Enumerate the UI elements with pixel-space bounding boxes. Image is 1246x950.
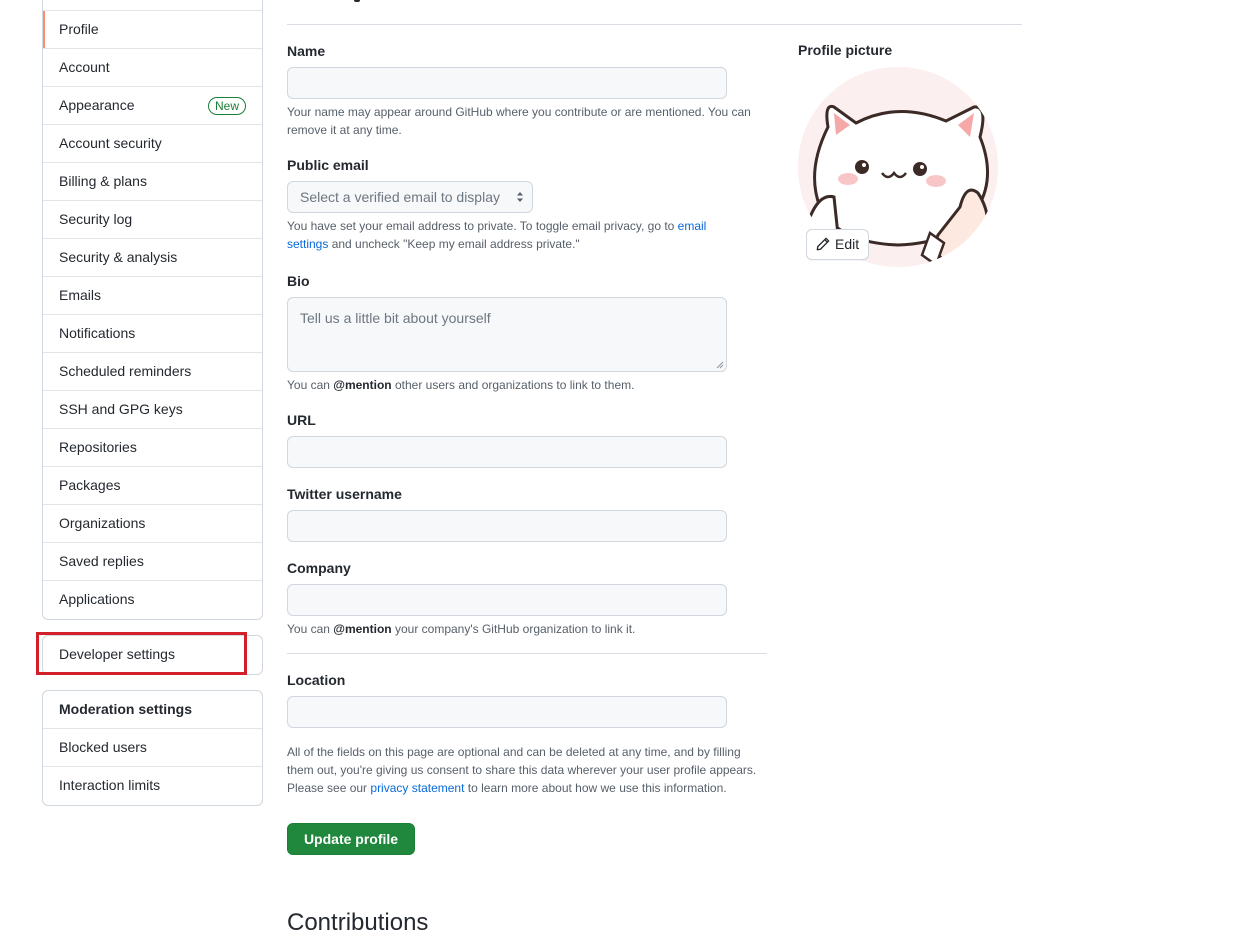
resize-grip-icon[interactable] [716, 361, 724, 369]
sidebar-item-label: Blocked users [59, 739, 147, 755]
bio-note: You can @mention other users and organiz… [287, 376, 767, 394]
moderation-settings-heading: Moderation settings [43, 691, 262, 729]
sidebar-item-label: SSH and GPG keys [59, 401, 183, 417]
location-label: Location [287, 672, 346, 688]
update-profile-button[interactable]: Update profile [287, 823, 415, 855]
sidebar-item-label: Appearance [59, 97, 135, 113]
sidebar-item-label: Notifications [59, 325, 136, 341]
public-email-note-text: You have set your email address to priva… [287, 219, 678, 233]
sidebar-item-security-log[interactable]: Security log [43, 201, 262, 239]
name-note: Your name may appear around GitHub where… [287, 105, 751, 137]
sidebar-item-label: Emails [59, 287, 102, 303]
company-note-text-end: your company's GitHub organization to li… [391, 622, 636, 636]
settings-sidebar-menu: Profile Account Appearance New Account se… [42, 0, 263, 620]
mention-text: @mention [333, 378, 392, 392]
sidebar-item-label: Saved replies [59, 553, 144, 569]
menu-top-spacer [43, 0, 262, 11]
sidebar-item-billing-plans[interactable]: Billing & plans [43, 163, 262, 201]
twitter-input[interactable] [287, 510, 727, 542]
sidebar-item-packages[interactable]: Packages [43, 467, 262, 505]
sidebar-item-security-analysis[interactable]: Security & analysis [43, 239, 262, 277]
sidebar-item-label: Organizations [59, 515, 146, 531]
public-email-placeholder: Select a verified email to display [300, 189, 500, 205]
profile-picture-label: Profile picture [798, 42, 893, 58]
pencil-icon [816, 237, 830, 251]
sidebar-item-organizations[interactable]: Organizations [43, 505, 262, 543]
company-input[interactable] [287, 584, 727, 616]
sidebar-item-applications[interactable]: Applications [43, 581, 262, 619]
developer-settings-menu: Developer settings [42, 635, 263, 675]
sidebar-item-profile[interactable]: Profile [43, 11, 262, 49]
select-arrows-icon [517, 192, 523, 202]
sidebar-item-label: Repositories [59, 439, 137, 455]
sidebar-item-blocked-users[interactable]: Blocked users [43, 729, 262, 767]
moderation-heading-label: Moderation settings [59, 701, 193, 717]
location-input[interactable] [287, 696, 727, 728]
company-note: You can @mention your company's GitHub o… [287, 620, 767, 638]
moderation-settings-menu: Moderation settings Blocked users Intera… [42, 690, 263, 806]
company-label: Company [287, 560, 351, 576]
edit-avatar-button[interactable]: Edit [806, 229, 869, 260]
sidebar-item-label: Profile [59, 21, 99, 37]
sidebar-item-developer-settings[interactable]: Developer settings [43, 636, 262, 674]
sidebar-item-emails[interactable]: Emails [43, 277, 262, 315]
edit-label: Edit [835, 236, 860, 252]
sidebar-item-scheduled-reminders[interactable]: Scheduled reminders [43, 353, 262, 391]
public-email-note: You have set your email address to priva… [287, 217, 747, 253]
sidebar-item-account[interactable]: Account [43, 49, 262, 87]
url-input[interactable] [287, 436, 727, 468]
sidebar-item-notifications[interactable]: Notifications [43, 315, 262, 353]
company-note-text: You can [287, 622, 334, 636]
bio-label: Bio [287, 273, 310, 289]
title-divider [287, 24, 1022, 25]
bio-textarea[interactable]: Tell us a little bit about yourself [287, 297, 727, 372]
sidebar-item-label: Account security [59, 135, 162, 151]
public-email-select[interactable]: Select a verified email to display [287, 181, 533, 213]
name-input[interactable] [287, 67, 727, 99]
sidebar-item-repositories[interactable]: Repositories [43, 429, 262, 467]
sidebar-item-label: Account [59, 59, 110, 75]
mention-text: @mention [333, 622, 392, 636]
sidebar-item-label: Security & analysis [59, 249, 178, 265]
public-email-note-text-end: and uncheck "Keep my email address priva… [328, 237, 580, 251]
form-divider [287, 653, 767, 654]
sidebar-item-label: Applications [59, 591, 135, 607]
sidebar-item-ssh-gpg-keys[interactable]: SSH and GPG keys [43, 391, 262, 429]
sidebar-item-saved-replies[interactable]: Saved replies [43, 543, 262, 581]
sidebar-item-label: Security log [59, 211, 133, 227]
new-badge: New [207, 97, 246, 115]
public-email-label: Public email [287, 157, 369, 173]
sidebar-item-label: Interaction limits [59, 777, 161, 793]
sidebar-item-label: Billing & plans [59, 173, 147, 189]
name-label: Name [287, 43, 326, 59]
sidebar-item-label: Scheduled reminders [59, 363, 192, 379]
sidebar-item-label: Developer settings [59, 646, 175, 662]
sidebar-item-label: Packages [59, 477, 121, 493]
sidebar-item-interaction-limits[interactable]: Interaction limits [43, 767, 262, 805]
sidebar-item-appearance[interactable]: Appearance New [43, 87, 262, 125]
bio-note-text: You can [287, 378, 334, 392]
contributions-heading: Contributions [287, 909, 429, 936]
disclaimer-text-end: to learn more about how we use this info… [464, 781, 727, 795]
twitter-label: Twitter username [287, 486, 402, 502]
bio-placeholder: Tell us a little bit about yourself [300, 310, 491, 326]
page-title-fragment [354, 0, 360, 2]
privacy-statement-link[interactable]: privacy statement [370, 781, 464, 795]
bio-note-text-end: other users and organizations to link to… [391, 378, 635, 392]
url-label: URL [287, 412, 316, 428]
sidebar-item-account-security[interactable]: Account security [43, 125, 262, 163]
optional-fields-disclaimer: All of the fields on this page are optio… [287, 743, 762, 797]
